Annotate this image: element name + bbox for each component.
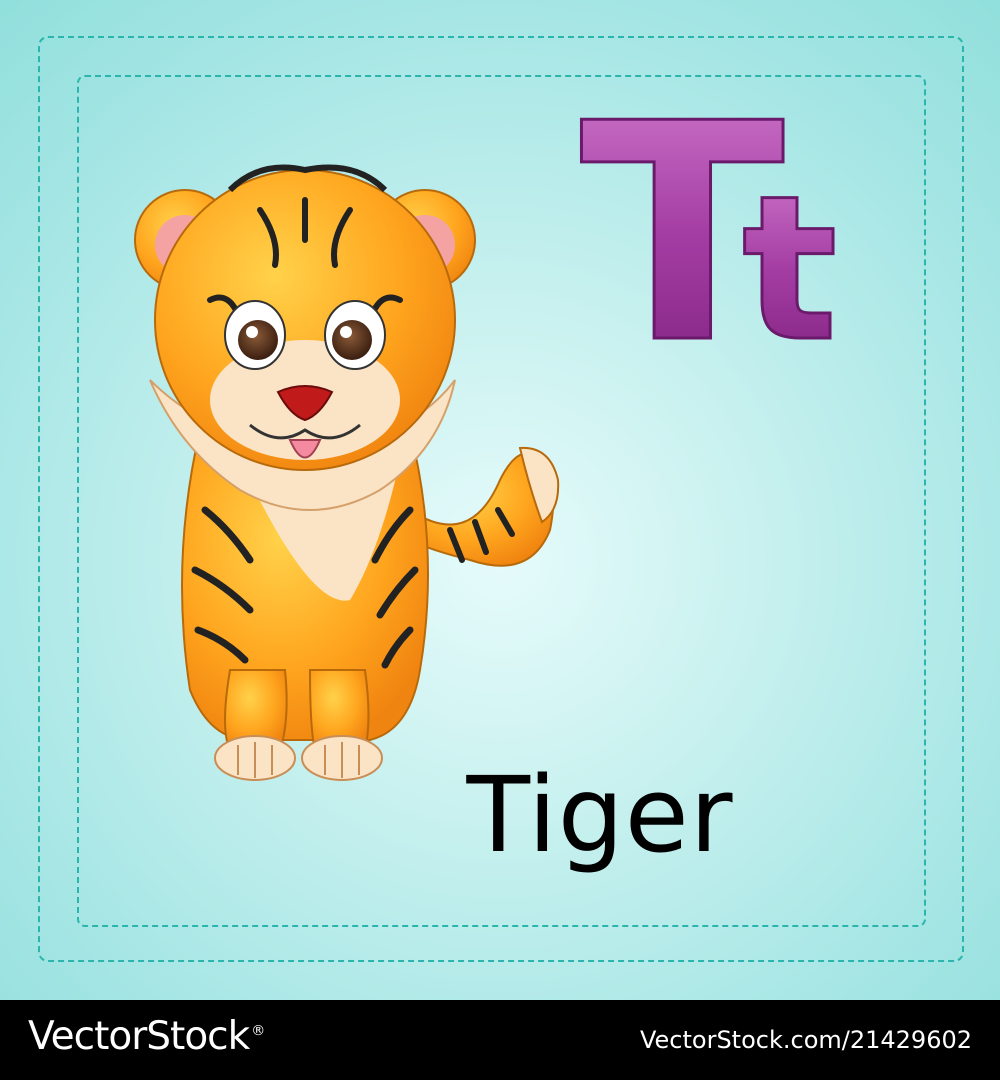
flashcard: T t Tiger [0,0,1000,1000]
brand-logo: VectorStock ® [28,1014,265,1059]
watermark-footer: VectorStock ® VectorStock.com/21429602 [0,1000,1000,1080]
letter-lowercase: t [742,153,838,370]
letter-heading: T t [579,90,840,370]
tiger-illustration [134,164,560,781]
image-id: VectorStock.com/21429602 [639,1026,972,1054]
word-label: Tiger [466,754,734,876]
